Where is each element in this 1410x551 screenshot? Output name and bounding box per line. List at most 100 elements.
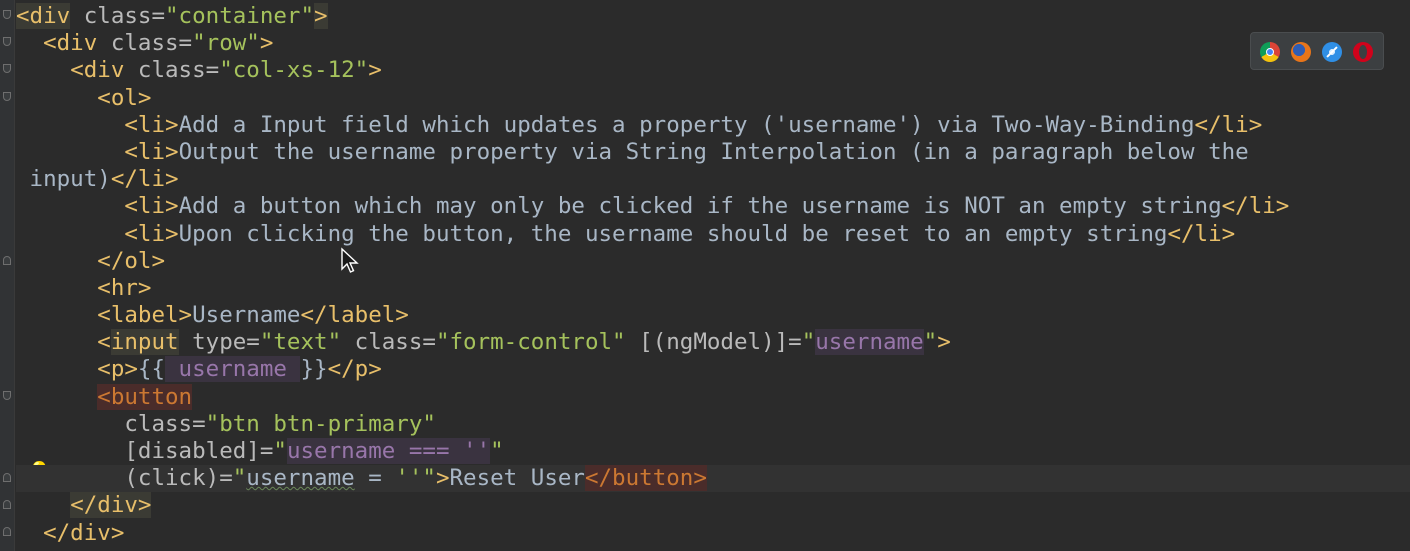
code-line[interactable]: <p>{{ username }}</p> — [16, 356, 1410, 383]
code-line[interactable]: input)</li> — [16, 166, 1410, 193]
code-token: </li> — [110, 166, 179, 193]
code-token: "row" — [192, 30, 260, 57]
code-token: type= — [178, 329, 260, 356]
code-line[interactable]: <label>Username</label> — [16, 302, 1410, 329]
code-line[interactable]: <div class="row"> — [16, 30, 1410, 57]
code-line[interactable]: <input type="text" class="form-control" … — [16, 329, 1410, 356]
fold-marker-icon[interactable] — [3, 391, 11, 400]
fold-marker-icon[interactable] — [3, 37, 11, 46]
code-line[interactable]: [disabled]="username === ''" — [16, 438, 1410, 465]
code-editor[interactable]: 💡 <div class="container"> <div class="ro… — [0, 0, 1410, 551]
code-token: <hr> — [97, 274, 152, 301]
safari-icon[interactable] — [1322, 42, 1342, 62]
firefox-icon[interactable] — [1291, 42, 1311, 62]
code-token: username — [246, 465, 355, 492]
code-token: Upon clicking the button, the username s… — [178, 220, 1168, 247]
code-token: "form-control" — [435, 329, 626, 356]
code-token: [(ngModel)]= — [625, 329, 802, 356]
editor-gutter[interactable] — [0, 0, 15, 551]
code-area[interactable]: <div class="container"> <div class="row"… — [16, 3, 1410, 547]
code-token: <div — [16, 3, 71, 29]
code-token: <button — [97, 383, 193, 410]
browser-preview-toolbar — [1250, 32, 1384, 70]
code-line[interactable]: <li>Add a Input field which updates a pr… — [16, 112, 1410, 139]
code-token: </label> — [300, 302, 409, 329]
code-token: "text" — [259, 329, 342, 356]
code-line[interactable]: </ol> — [16, 248, 1410, 275]
code-line[interactable]: <li>Add a button which may only be click… — [16, 193, 1410, 220]
code-token: class= — [341, 329, 436, 356]
code-token: <li> — [124, 138, 179, 165]
code-token: <li> — [124, 220, 179, 247]
code-token: " — [923, 329, 938, 356]
code-token: "btn btn-primary" — [205, 410, 436, 437]
code-token: "container" — [165, 3, 315, 29]
code-token: Add a Input field which updates a proper… — [178, 111, 1195, 138]
code-token: class= — [124, 57, 220, 84]
code-token: "col-xs-12" — [219, 57, 369, 84]
fold-marker-icon[interactable] — [3, 473, 11, 482]
code-line[interactable]: <ol> — [16, 85, 1410, 112]
code-line[interactable]: <button — [16, 383, 1410, 411]
code-line[interactable]: <li>Upon clicking the button, the userna… — [16, 221, 1410, 248]
code-token: > — [314, 3, 328, 29]
code-token: > — [435, 465, 450, 492]
code-token: '' — [395, 465, 423, 492]
code-token: username === '' — [286, 438, 491, 464]
code-line[interactable]: class="btn btn-primary" — [16, 411, 1410, 438]
code-token: Add a button which may only be clicked i… — [178, 193, 1222, 220]
code-token: </li> — [1167, 220, 1236, 247]
code-line[interactable]: (click)="username = ''">Reset User</butt… — [16, 465, 1410, 493]
code-token: " — [490, 438, 504, 464]
code-token: </li> — [1194, 111, 1263, 138]
code-token: <li> — [124, 111, 179, 138]
code-token: > — [937, 329, 951, 356]
code-token: input) — [16, 166, 111, 193]
code-line[interactable]: </div> — [16, 520, 1410, 547]
code-token: </li> — [1221, 193, 1290, 220]
fold-marker-icon[interactable] — [3, 527, 11, 536]
code-line[interactable]: <div class="col-xs-12"> — [16, 57, 1410, 84]
opera-icon[interactable] — [1353, 42, 1373, 62]
fold-marker-icon[interactable] — [3, 256, 11, 265]
chrome-icon[interactable] — [1260, 42, 1280, 62]
code-token: <p> — [97, 356, 138, 383]
code-token: < — [97, 329, 111, 356]
fold-marker-icon[interactable] — [3, 92, 11, 101]
fold-marker-icon[interactable] — [3, 500, 11, 509]
code-line[interactable]: </div> — [16, 492, 1410, 519]
code-token: <div — [43, 30, 98, 57]
code-token: Output the username property via String … — [178, 138, 1249, 165]
mouse-cursor-icon — [341, 247, 359, 273]
fold-marker-icon[interactable] — [3, 10, 11, 19]
code-token: = — [354, 465, 396, 492]
code-line[interactable]: <hr> — [16, 275, 1410, 302]
code-token: <label> — [97, 302, 193, 329]
code-token: " — [422, 465, 436, 492]
code-token: " — [801, 329, 816, 356]
code-token: > — [259, 30, 274, 57]
code-token: username — [165, 356, 301, 383]
fold-marker-icon[interactable] — [3, 64, 11, 73]
code-line[interactable]: <li>Output the username property via Str… — [16, 139, 1410, 166]
code-token: class= — [124, 410, 206, 437]
code-token: </ol> — [97, 247, 166, 274]
code-token: (click)= — [124, 465, 233, 492]
code-token: }} — [300, 356, 328, 383]
code-line[interactable]: <div class="container"> — [16, 3, 1410, 30]
code-token: " — [273, 438, 287, 464]
